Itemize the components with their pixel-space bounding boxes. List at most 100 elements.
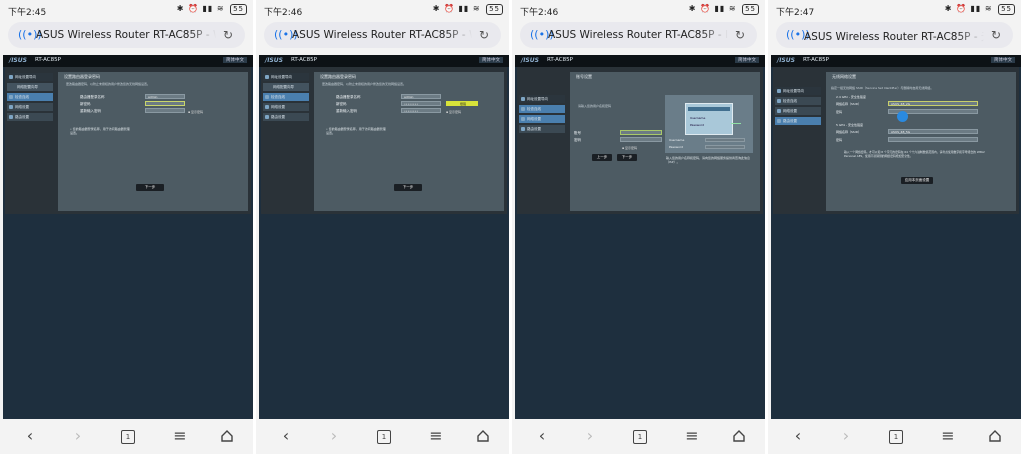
status-bar: 下午2:47 ✱ ⏰ ▮▮ ≋ 55 (768, 0, 1021, 20)
sidebar-item[interactable]: 网络设置 (263, 103, 309, 111)
isp-password-label: Password (669, 145, 684, 149)
forward-icon[interactable]: › (66, 425, 90, 447)
battery-icon: 55 (742, 4, 759, 15)
isp-password-input[interactable] (620, 137, 662, 142)
forward-icon[interactable]: › (322, 425, 346, 447)
login-name-input[interactable]: admin (145, 94, 185, 99)
band-24-label: 2.4 GHz - 安全性强度 (836, 95, 866, 99)
next-button[interactable]: 下一步 (136, 184, 164, 191)
language-select[interactable]: 简体中文 (223, 57, 247, 63)
status-icons: ✱ ⏰ ▮▮ ≋ 55 (177, 4, 247, 15)
menu-icon[interactable]: ≡ (424, 425, 448, 447)
sidebar-item[interactable]: 网址设置导向 (775, 87, 821, 95)
language-select[interactable]: 简体中文 (991, 57, 1015, 63)
wizard-panel: 无线网络设置 指定一组无线网络 SSID（Service Set Identif… (826, 72, 1016, 211)
sidebar-item[interactable]: 路由设置 (263, 113, 309, 121)
reload-icon[interactable]: ↻ (989, 28, 1003, 42)
home-icon[interactable] (477, 430, 489, 442)
antenna-icon: ((•)) (274, 28, 298, 41)
new-password-input[interactable]: •••••••• (401, 101, 441, 106)
sidebar-item[interactable]: 检查连线 (775, 97, 821, 105)
isp-account-input[interactable] (620, 130, 662, 135)
forward-icon[interactable]: › (834, 425, 858, 447)
tabs-icon[interactable]: 1 (889, 430, 903, 444)
ssid-5-input[interactable]: ASUS_48_5G (888, 129, 978, 134)
url-bar[interactable]: ((•)) ASUS Wireless Router RT-AC85P - We… (8, 22, 245, 48)
apply-button[interactable]: 应用本页面设置 (901, 177, 933, 184)
ssid-24-input[interactable]: ASUS_48_2G (888, 101, 978, 106)
reload-icon[interactable]: ↻ (733, 28, 747, 42)
home-icon[interactable] (989, 430, 1001, 442)
show-password-checkbox[interactable]: ▪ 显示密码 (622, 146, 637, 150)
status-time: 下午2:46 (264, 8, 303, 18)
prev-button[interactable]: 上一步 (592, 154, 612, 161)
url-bar[interactable]: ((•)) ASUS Wireless Router RT-AC85P - 无线… (776, 22, 1013, 48)
status-icons: ✱ ⏰ ▮▮ ≋ 55 (945, 4, 1015, 15)
router-header: /ISUS RT-AC85P 简体中文 (771, 55, 1021, 67)
sidebar-item[interactable]: 网址设置导向 (7, 73, 53, 81)
back-icon[interactable]: ‹ (786, 425, 810, 447)
panel-title: 无线网络设置 (832, 74, 856, 79)
login-name-input[interactable]: admin (401, 94, 441, 99)
tabs-icon[interactable]: 1 (633, 430, 647, 444)
router-model: RT-AC85P (803, 57, 829, 63)
sidebar-item[interactable]: 网络配置向导 (263, 83, 309, 91)
battery-icon: 55 (998, 4, 1015, 15)
sidebar-item[interactable]: 检查连线 (519, 105, 565, 113)
illus-password: Password (690, 123, 705, 127)
home-icon[interactable] (221, 430, 233, 442)
show-password-checkbox[interactable]: ▪ 显示密码 (446, 110, 461, 114)
language-select[interactable]: 简体中文 (735, 57, 759, 63)
isp-note: 输入您的用户名称和密码，请向您的网络服务提供商查询此信息（ISP）。 (666, 156, 751, 164)
back-icon[interactable]: ‹ (18, 425, 42, 447)
home-icon[interactable] (733, 430, 745, 442)
field-label: 新密码 (80, 102, 91, 106)
password-5-input[interactable] (888, 137, 978, 142)
sidebar-item[interactable]: 路由设置 (519, 125, 565, 133)
reload-icon[interactable]: ↻ (477, 28, 491, 42)
back-icon[interactable]: ‹ (530, 425, 554, 447)
confirm-password-input[interactable] (145, 108, 185, 113)
tabs-icon[interactable]: 1 (121, 430, 135, 444)
next-button[interactable]: 下一步 (394, 184, 422, 191)
menu-icon[interactable]: ≡ (168, 425, 192, 447)
page-title: ASUS Wireless Router RT-AC85P - 无线 (804, 31, 984, 43)
sidebar-item[interactable]: 网络设置 (775, 107, 821, 115)
highlight-line (731, 123, 741, 124)
web-content: /ISUS RT-AC85P 简体中文 网址设置导向 网络配置向导 检查连线 网… (259, 55, 509, 419)
sidebar-item[interactable]: 网络设置 (7, 103, 53, 111)
menu-icon[interactable]: ≡ (936, 425, 960, 447)
asus-logo: /ISUS (521, 57, 539, 64)
isp-username-label: Username (669, 138, 685, 142)
panel-title: 设置路由器登录密码 (320, 74, 356, 79)
antenna-icon: ((•)) (786, 28, 810, 41)
confirm-password-input[interactable]: •••••••• (401, 108, 441, 113)
panel-description: 更改路由器密码，以防止未授权的用户修改您的无线网络设置。 (66, 82, 151, 86)
tabs-icon[interactable]: 1 (377, 430, 391, 444)
show-password-checkbox[interactable]: ▪ 显示密码 (188, 110, 203, 114)
new-password-input[interactable] (145, 101, 185, 106)
sidebar-item[interactable]: 网址设置导向 (263, 73, 309, 81)
language-select[interactable]: 简体中文 (479, 57, 503, 63)
forward-icon[interactable]: › (578, 425, 602, 447)
sidebar-item[interactable]: 网络配置向导 (7, 83, 53, 91)
sidebar-item[interactable]: 网址设置导向 (519, 95, 565, 103)
sidebar-item[interactable]: 路由设置 (775, 117, 821, 125)
sidebar: 网址设置导向 检查连线 网络设置 路由设置 (775, 87, 821, 127)
next-button[interactable]: 下一步 (617, 154, 637, 161)
sidebar-item[interactable]: 检查连线 (263, 93, 309, 101)
sidebar-item[interactable]: 网络设置 (519, 115, 565, 123)
phone-screen-1: 下午2:45 ✱ ⏰ ▮▮ ≋ 55 ((•)) ASUS Wireless R… (0, 0, 253, 454)
reload-icon[interactable]: ↻ (221, 28, 235, 42)
bottom-nav: ‹ › 1 ≡ (512, 425, 765, 449)
panel-description: 请输入您的用户名和密码 (578, 104, 612, 108)
menu-icon[interactable]: ≡ (680, 425, 704, 447)
back-icon[interactable]: ‹ (274, 425, 298, 447)
page-title: ASUS Wireless Router RT-AC85P - Web (36, 29, 216, 41)
wizard-panel: 设置路由器登录密码 更改路由器密码，以防止未授权的用户修改您的无线网络设置。 路… (314, 72, 504, 211)
sidebar-item[interactable]: 检查连线 (7, 93, 53, 101)
url-bar[interactable]: ((•)) ASUS Wireless Router RT-AC85P - We… (264, 22, 501, 48)
url-bar[interactable]: ((•)) ASUS Wireless Router RT-AC85P - IS… (520, 22, 757, 48)
sidebar-item[interactable]: 路由设置 (7, 113, 53, 121)
phone-screen-2: 下午2:46 ✱ ⏰ ▮▮ ≋ 55 ((•)) ASUS Wireless R… (256, 0, 509, 454)
